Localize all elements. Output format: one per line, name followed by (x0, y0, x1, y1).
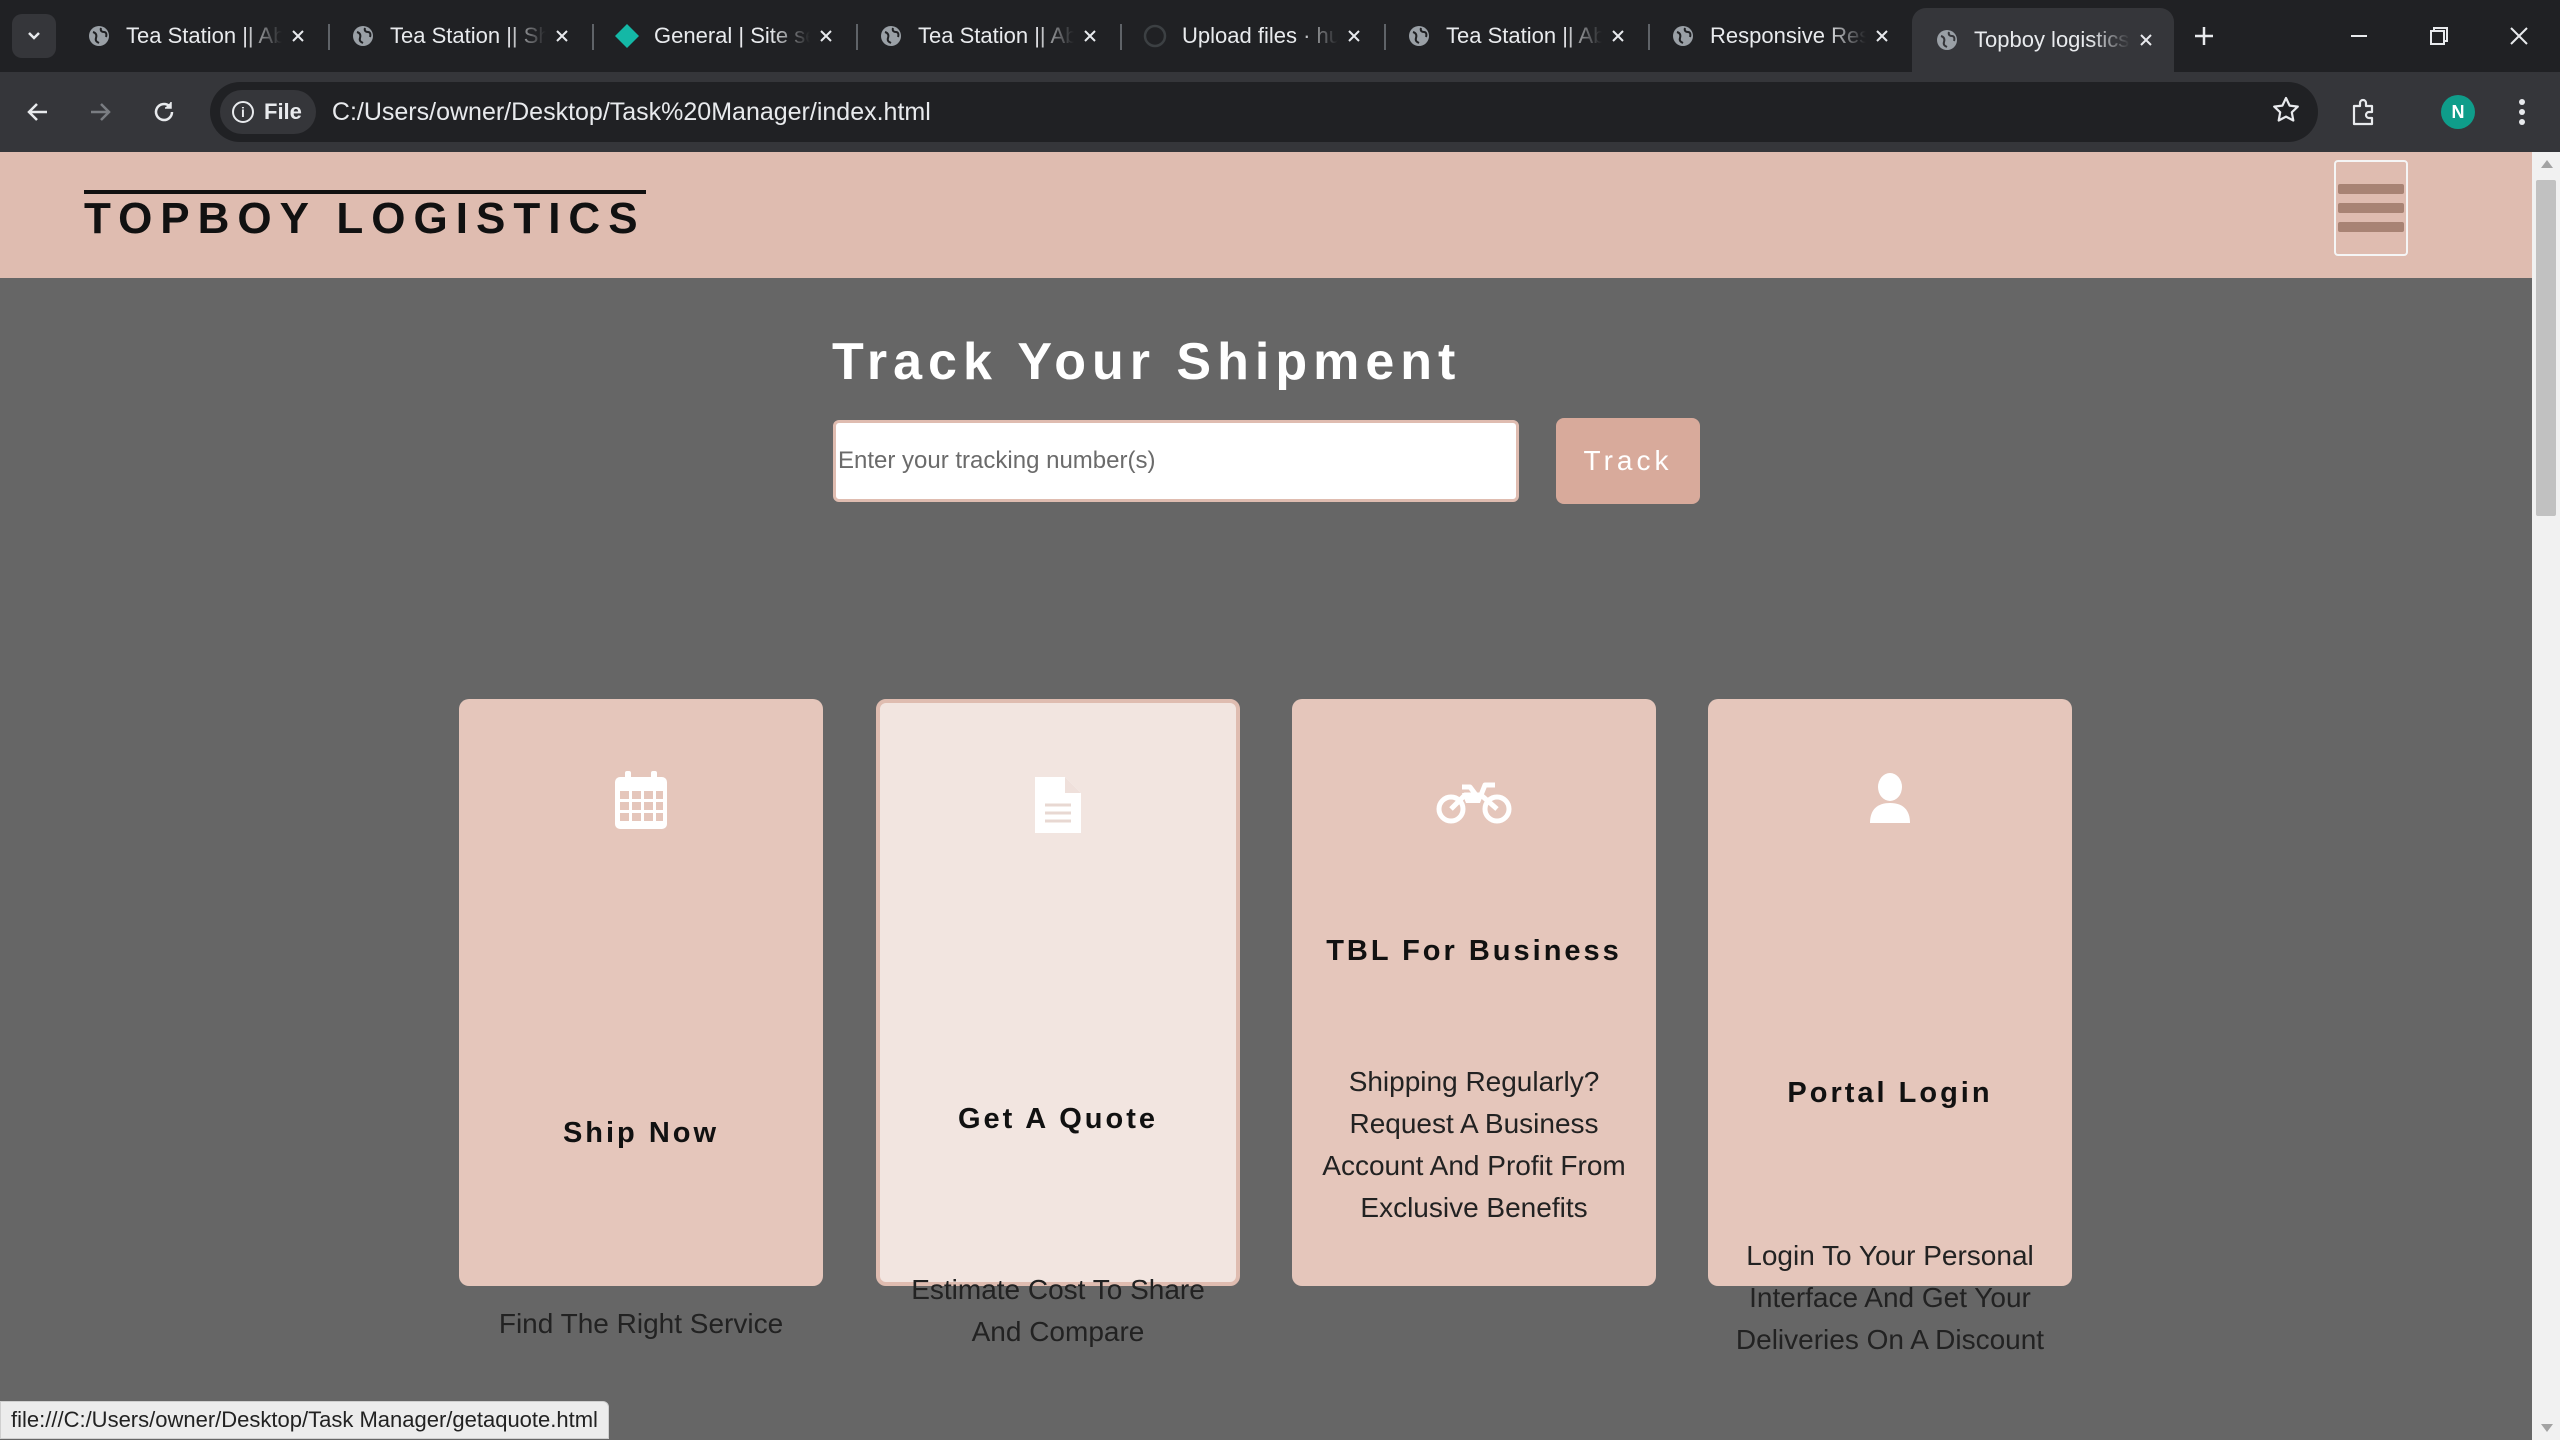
card-get-a-quote[interactable]: Get A Quote Estimate Cost To Share And C… (876, 699, 1240, 1347)
card-description: Shipping Regularly? Request A Business A… (1322, 1066, 1626, 1223)
arrow-left-icon (27, 103, 47, 121)
hamburger-bar (2338, 203, 2404, 213)
minimize-icon (2351, 35, 2367, 37)
browser-tab[interactable]: Upload files · hub (1120, 10, 1382, 62)
document-icon (880, 775, 1236, 835)
motorcycle-icon (1292, 771, 1656, 831)
github-icon (1142, 23, 1168, 49)
close-window-button[interactable] (2480, 0, 2558, 72)
tab-title: Upload files · hub (1182, 23, 1338, 48)
site-header: TOPBOY LOGISTICS (0, 152, 2532, 278)
close-tab-icon[interactable] (282, 20, 314, 52)
close-tab-icon[interactable] (1074, 20, 1106, 52)
card-description: Estimate Cost To Share And Compare (911, 1274, 1205, 1347)
browser-tab[interactable]: Tea Station || About (856, 10, 1118, 62)
profile-button[interactable]: N (2436, 90, 2480, 134)
hamburger-bar (2338, 222, 2404, 232)
scrollbar-thumb[interactable] (2536, 180, 2556, 516)
card-description: Login To Your Personal Interface And Get… (1735, 1240, 2045, 1355)
close-tab-icon[interactable] (1338, 20, 1370, 52)
netlify-icon (614, 23, 640, 49)
browser-menu-button[interactable] (2500, 90, 2544, 134)
track-button[interactable]: Track (1556, 418, 1700, 504)
tab-title: Tea Station || Shop (390, 23, 546, 48)
browser-tab-strip: Tea Station || About Tea Station || Shop… (0, 0, 2560, 72)
chevron-down-icon (28, 32, 40, 40)
close-tab-icon[interactable] (1602, 20, 1634, 52)
close-icon (2510, 27, 2528, 45)
globe-icon (1406, 23, 1432, 49)
tab-title: Responsive Restaurant (1710, 23, 1866, 48)
restore-icon (2430, 27, 2448, 45)
scroll-up-arrow[interactable] (2541, 160, 2553, 168)
card-title: Ship Now (562, 1117, 720, 1149)
card-tbl-for-business[interactable]: TBL For Business Shipping Regularly? Req… (1292, 699, 1656, 1286)
page-viewport: TOPBOY LOGISTICS Track Your Shipment Tra… (0, 152, 2532, 1440)
globe-icon (1934, 27, 1960, 53)
back-button[interactable] (16, 90, 60, 134)
close-tab-icon[interactable] (2130, 24, 2162, 56)
card-portal-login[interactable]: Portal Login Login To Your Personal Inte… (1708, 699, 2072, 1355)
new-tab-button[interactable] (2184, 16, 2224, 56)
card-title: TBL For Business (1326, 935, 1622, 967)
globe-icon (86, 23, 112, 49)
brand-logo[interactable]: TOPBOY LOGISTICS (84, 190, 646, 242)
browser-tab-active[interactable]: Topboy logistics (1912, 8, 2174, 72)
address-bar[interactable]: i File C:/Users/owner/Desktop/Task%20Man… (210, 82, 2318, 142)
hamburger-menu-button[interactable] (2334, 160, 2408, 256)
reload-icon (154, 102, 174, 122)
more-vertical-icon (2519, 99, 2525, 125)
card-title: Portal Login (1787, 1077, 1993, 1109)
tab-search-button[interactable] (12, 14, 56, 58)
calendar-icon (459, 771, 823, 831)
browser-tab[interactable]: Tea Station || Shop (328, 10, 590, 62)
reload-button[interactable] (142, 90, 186, 134)
site-info-chip[interactable]: i File (220, 90, 316, 134)
avatar: N (2441, 95, 2475, 129)
browser-tab[interactable]: Tea Station || About (1384, 10, 1646, 62)
browser-tab[interactable]: General | Site settings (592, 10, 854, 62)
minimize-button[interactable] (2320, 0, 2398, 72)
puzzle-icon (2352, 98, 2374, 126)
close-tab-icon[interactable] (1866, 20, 1898, 52)
tab-title: Tea Station || About (918, 23, 1074, 48)
close-tab-icon[interactable] (546, 20, 578, 52)
card-title: Get A Quote (957, 1103, 1159, 1135)
tab-title: Topboy logistics (1974, 27, 2130, 52)
forward-button[interactable] (78, 90, 122, 134)
browser-toolbar: i File C:/Users/owner/Desktop/Task%20Man… (0, 72, 2560, 152)
browser-tab[interactable]: Responsive Restaurant (1648, 10, 1910, 62)
close-tab-icon[interactable] (810, 20, 842, 52)
globe-icon (1670, 23, 1696, 49)
browser-tab[interactable]: Tea Station || About (64, 10, 326, 62)
bookmark-star-icon[interactable] (2270, 94, 2302, 131)
scroll-down-arrow[interactable] (2541, 1424, 2553, 1432)
address-url[interactable]: C:/Users/owner/Desktop/Task%20Manager/in… (332, 98, 931, 127)
tab-title: Tea Station || About (126, 23, 282, 48)
globe-icon (350, 23, 376, 49)
plus-icon (2195, 27, 2213, 45)
page-scrollbar[interactable] (2532, 152, 2560, 1440)
hamburger-bar (2338, 184, 2404, 194)
card-ship-now[interactable]: Ship Now Find The Right Service (459, 699, 823, 1339)
restore-button[interactable] (2400, 0, 2478, 72)
card-description: Find The Right Service (498, 1308, 784, 1339)
status-url-bubble: file:///C:/Users/owner/Desktop/Task Mana… (0, 1401, 609, 1439)
tab-title: General | Site settings (654, 23, 810, 48)
arrow-right-icon (91, 103, 111, 121)
info-icon: i (232, 101, 254, 123)
extensions-button[interactable] (2342, 90, 2386, 134)
tab-title: Tea Station || About (1446, 23, 1602, 48)
track-title: Track Your Shipment (832, 333, 1462, 391)
tracking-number-input[interactable] (833, 420, 1519, 502)
globe-icon (878, 23, 904, 49)
user-icon (1708, 771, 2072, 831)
site-info-label: File (264, 99, 302, 124)
